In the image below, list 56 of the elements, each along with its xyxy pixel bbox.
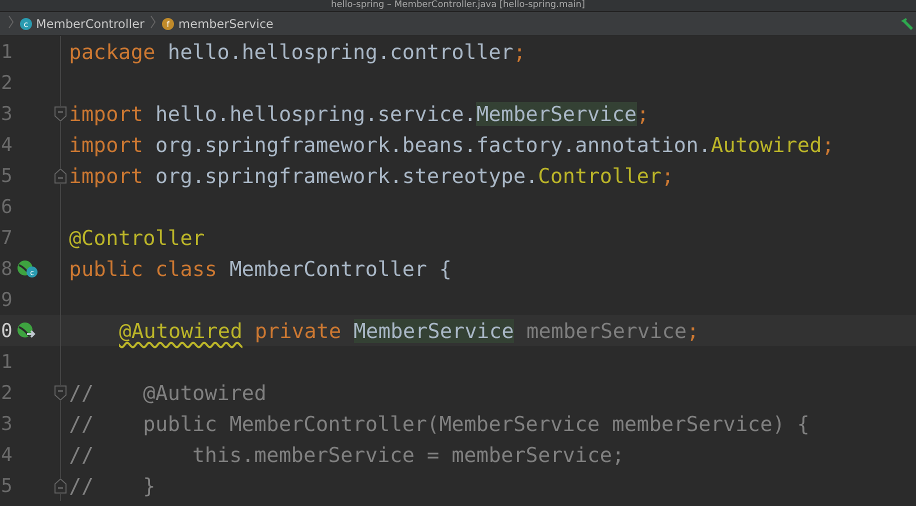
fold-icon[interactable] — [54, 385, 67, 401]
code-comment: // } — [69, 474, 156, 498]
code-comment: // @Autowired — [69, 380, 266, 404]
code-keyword: ; — [661, 164, 674, 188]
line-number: 4 — [1, 444, 11, 466]
code-keyword: import — [69, 164, 144, 188]
line-number: 4 — [1, 134, 11, 156]
line-number: 0 — [1, 320, 11, 342]
line-number: 1 — [1, 350, 11, 372]
code-keyword: private — [254, 318, 342, 342]
highlighted-code-text: MemberService — [476, 102, 637, 126]
line-number: 6 — [1, 196, 11, 218]
fold-icon[interactable] — [54, 106, 67, 122]
line-number: 2 — [1, 72, 11, 94]
chevron-icon — [8, 15, 14, 29]
window-title: hello-spring – MemberController.java [hello-spring.main] — [331, 0, 585, 11]
class-icon: c — [20, 18, 32, 30]
breadcrumb-item[interactable]: c MemberController — [20, 16, 144, 30]
breadcrumb-item[interactable]: f memberService — [162, 16, 274, 30]
code-keyword: class — [155, 256, 218, 280]
code-keyword: public — [69, 256, 144, 280]
code-annotation: Controller — [538, 164, 662, 188]
fold-icon[interactable] — [54, 478, 67, 494]
line-number: 3 — [1, 412, 11, 434]
code-text: { — [439, 256, 452, 280]
code-text: MemberController — [229, 256, 427, 280]
highlighted-code-text: MemberService — [354, 318, 514, 342]
code-keyword: ; — [513, 40, 526, 64]
code-keyword: import — [69, 102, 144, 126]
code-annotation: @Controller — [69, 226, 205, 250]
code-comment: // this.memberService = memberService; — [69, 442, 624, 466]
code-keyword: ; — [636, 102, 650, 126]
code-keyword: ; — [686, 318, 700, 342]
code-comment: // public MemberController(MemberService memberService) { — [69, 412, 810, 436]
code-text: hello.hellospring.controller — [168, 40, 514, 64]
line-number: 8 — [1, 258, 11, 280]
line-number: 1 — [1, 40, 11, 62]
field-icon: f — [162, 18, 174, 30]
line-number: 7 — [1, 226, 11, 248]
chevron-icon — [150, 15, 156, 29]
line-number: 2 — [1, 382, 11, 404]
fold-icon[interactable] — [54, 168, 67, 184]
code-text: org.springframework.stereotype. — [155, 164, 538, 188]
code-text: org.springframework.beans.factory.annotation. — [155, 132, 711, 156]
line-number: 3 — [1, 102, 11, 124]
line-number: 5 — [1, 474, 11, 496]
code-annotation: Autowired — [710, 132, 822, 156]
line-number: 5 — [1, 164, 11, 186]
code-text: hello.hellospring.service. — [155, 102, 476, 126]
code-keyword: package — [69, 40, 156, 64]
warning-code-text: @Autowired — [119, 318, 242, 342]
code-keyword: import — [69, 132, 144, 156]
line-number: 9 — [1, 288, 11, 310]
hammer-icon[interactable] — [900, 16, 914, 30]
code-field: memberService — [526, 318, 687, 342]
code-keyword: ; — [822, 132, 834, 156]
